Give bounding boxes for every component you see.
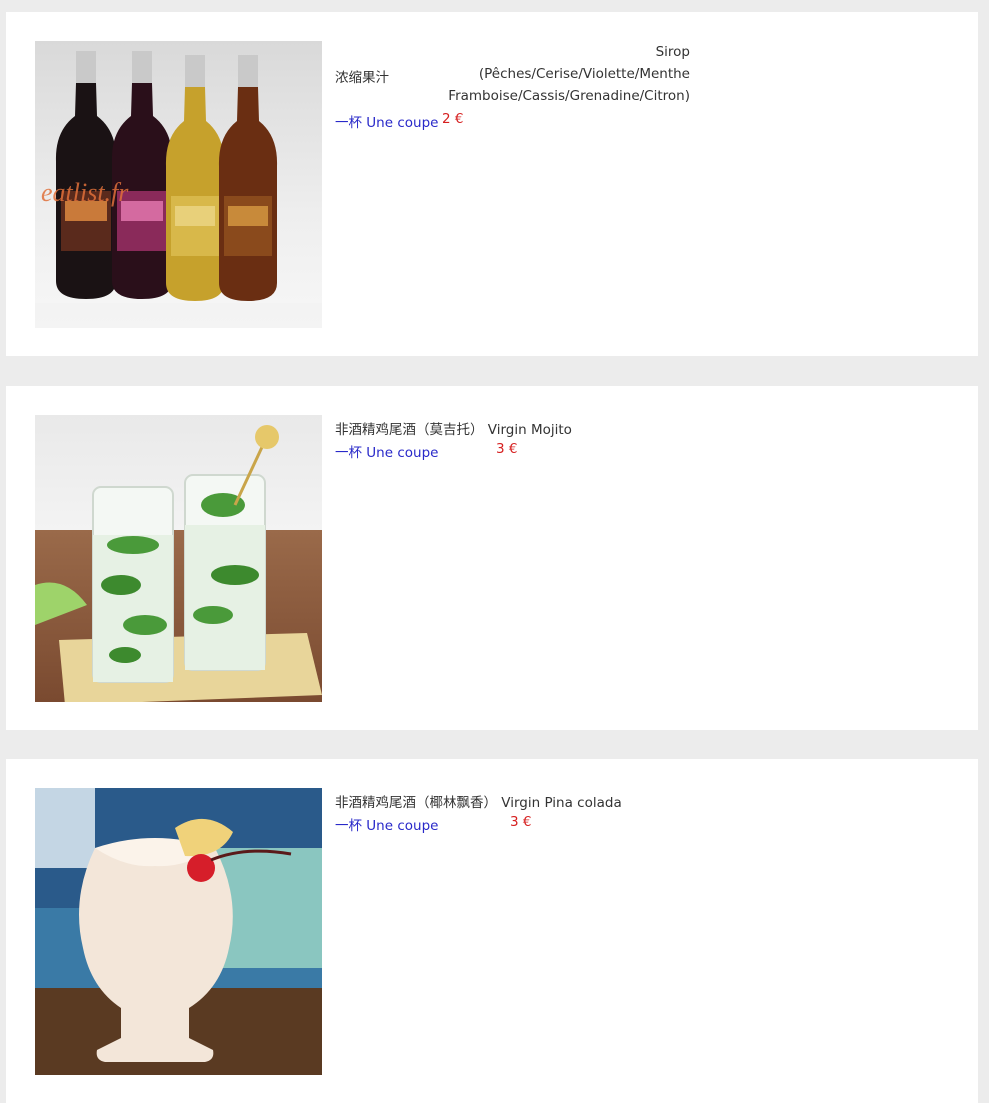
watermark-text: eatlist.fr [41,178,129,207]
cup-label: 一杯 Une coupe [335,818,439,834]
item-name-fr-line-3: Framboise/Cassis/Grenadine/Citron) [448,88,690,104]
price-label: 3 € [496,441,518,457]
cup-label: 一杯 Une coupe [335,445,439,461]
item-name: 非酒精鸡尾酒（椰林飘香） Virgin Pina colada [335,795,622,811]
virgin-pina-colada-photo [35,788,322,1075]
item-name: 非酒精鸡尾酒（莫吉托） Virgin Mojito [335,422,572,438]
sirop-bottles-photo: eatlist.fr [35,41,322,328]
item-name-cn: 浓缩果汁 [335,70,389,86]
menu-item-card-virgin-pina-colada: 非酒精鸡尾酒（椰林飘香） Virgin Pina colada 一杯 Une c… [6,759,978,1103]
price-label: 3 € [510,814,532,830]
virgin-mojito-photo [35,415,322,702]
menu-item-card-sirop: eatlist.fr Sirop 浓缩果汁 (Pêches/Cerise/Vio… [6,12,978,356]
menu-item-card-virgin-mojito: 非酒精鸡尾酒（莫吉托） Virgin Mojito 一杯 Une coupe 3… [6,386,978,730]
cup-label: 一杯 Une coupe [335,115,439,131]
price-label: 2 € [442,111,464,127]
item-name-fr-line-1: Sirop [655,44,690,60]
item-name-fr-line-2: (Pêches/Cerise/Violette/Menthe [478,66,690,82]
